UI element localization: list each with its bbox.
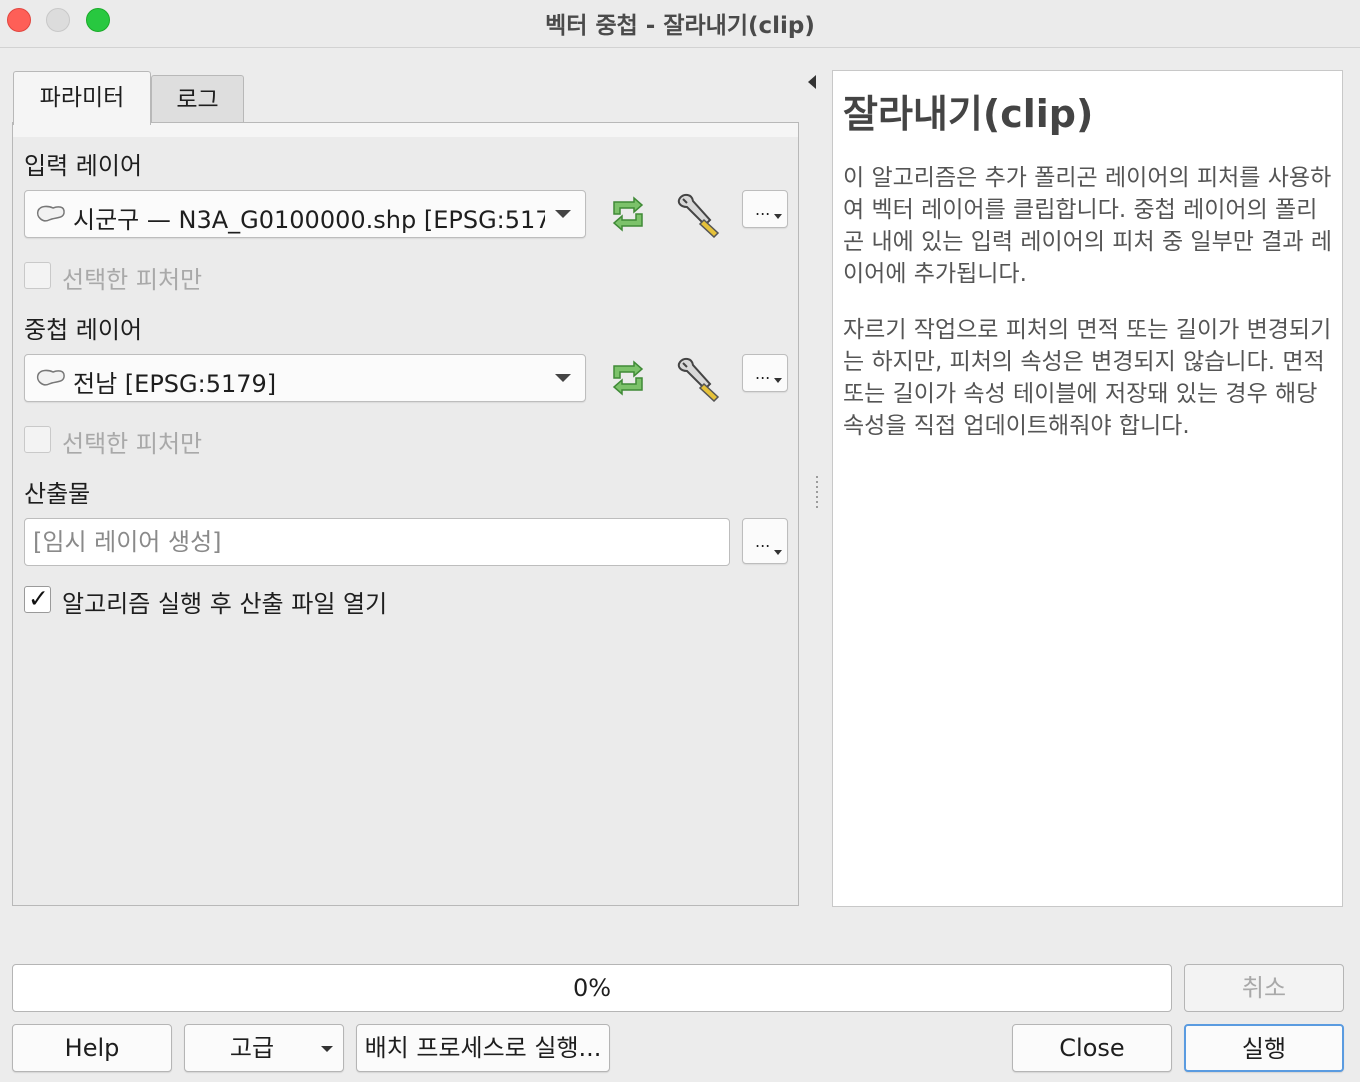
polygon-layer-icon xyxy=(36,369,65,386)
dropdown-arrow-icon xyxy=(774,378,782,383)
close-button[interactable]: Close xyxy=(1012,1024,1172,1072)
tab-log[interactable]: 로그 xyxy=(151,75,244,123)
dropdown-arrow-icon xyxy=(774,214,782,219)
open-output-label: 알고리즘 실행 후 산출 파일 열기 xyxy=(62,590,388,618)
output-label: 산출물 xyxy=(24,480,91,508)
overlay-layer-browse-button[interactable]: ... xyxy=(742,354,788,392)
input-selected-only-label: 선택한 피처만 xyxy=(62,266,203,294)
output-input[interactable] xyxy=(25,519,729,565)
help-title: 잘라내기(clip) xyxy=(843,92,1094,136)
wrench-icon[interactable] xyxy=(674,190,722,238)
help-paragraph: 자르기 작업으로 피처의 면적 또는 길이가 변경되기는 하지만, 피처의 속성… xyxy=(843,317,1332,439)
chevron-down-icon xyxy=(321,1046,333,1052)
tab-parameters[interactable]: 파라미터 xyxy=(13,71,151,125)
input-layer-browse-button[interactable]: ... xyxy=(742,190,788,228)
overlay-layer-value: 전남 [EPSG:5179] xyxy=(73,370,277,398)
help-button[interactable]: Help xyxy=(12,1024,172,1072)
input-layer-value: 시군구 — N3A_G0100000.shp [EPSG:5179] xyxy=(73,206,545,234)
open-output-checkbox[interactable]: ✓ xyxy=(24,584,51,613)
window-title: 벡터 중첩 - 잘라내기(clip) xyxy=(545,13,815,39)
progress-text: 0% xyxy=(572,974,612,1002)
help-paragraph: 이 알고리즘은 추가 폴리곤 레이어의 피처를 사용하여 벡터 레이어를 클립합… xyxy=(843,165,1332,287)
overlay-selected-only-checkbox[interactable] xyxy=(24,426,51,453)
help-panel: 잘라내기(clip) 이 알고리즘은 추가 폴리곤 레이어의 피처를 사용하여 … xyxy=(832,70,1343,907)
dropdown-arrow-icon xyxy=(774,550,782,555)
parameters-panel xyxy=(12,122,799,906)
run-button[interactable]: 실행 xyxy=(1184,1024,1344,1072)
batch-process-button[interactable]: 배치 프로세스로 실행... xyxy=(356,1024,610,1072)
splitter-handle[interactable] xyxy=(816,476,818,508)
overlay-layer-label: 중첩 레이어 xyxy=(24,316,143,344)
wrench-icon[interactable] xyxy=(674,354,722,402)
chevron-down-icon xyxy=(555,210,571,218)
advanced-button-label: 고급 xyxy=(229,1034,275,1062)
cancel-button[interactable]: 취소 xyxy=(1184,964,1344,1012)
iterate-refresh-icon[interactable] xyxy=(604,190,652,238)
output-browse-button[interactable]: ... xyxy=(742,518,788,564)
advanced-button[interactable]: 고급 xyxy=(184,1024,344,1072)
progress-bar: 0% xyxy=(12,964,1172,1012)
chevron-down-icon xyxy=(555,374,571,382)
collapse-help-arrow-icon[interactable] xyxy=(808,75,816,89)
overlay-layer-combo[interactable]: 전남 [EPSG:5179] xyxy=(24,354,586,402)
title-bar: 벡터 중첩 - 잘라내기(clip) xyxy=(0,0,1360,48)
input-layer-label: 입력 레이어 xyxy=(24,152,143,180)
output-field[interactable] xyxy=(24,518,730,566)
input-layer-combo[interactable]: 시군구 — N3A_G0100000.shp [EPSG:5179] xyxy=(24,190,586,238)
overlay-selected-only-label: 선택한 피처만 xyxy=(62,430,203,458)
checkmark-icon: ✓ xyxy=(28,584,49,613)
input-selected-only-checkbox[interactable] xyxy=(24,262,51,289)
polygon-layer-icon xyxy=(36,205,65,222)
iterate-refresh-icon[interactable] xyxy=(604,354,652,402)
